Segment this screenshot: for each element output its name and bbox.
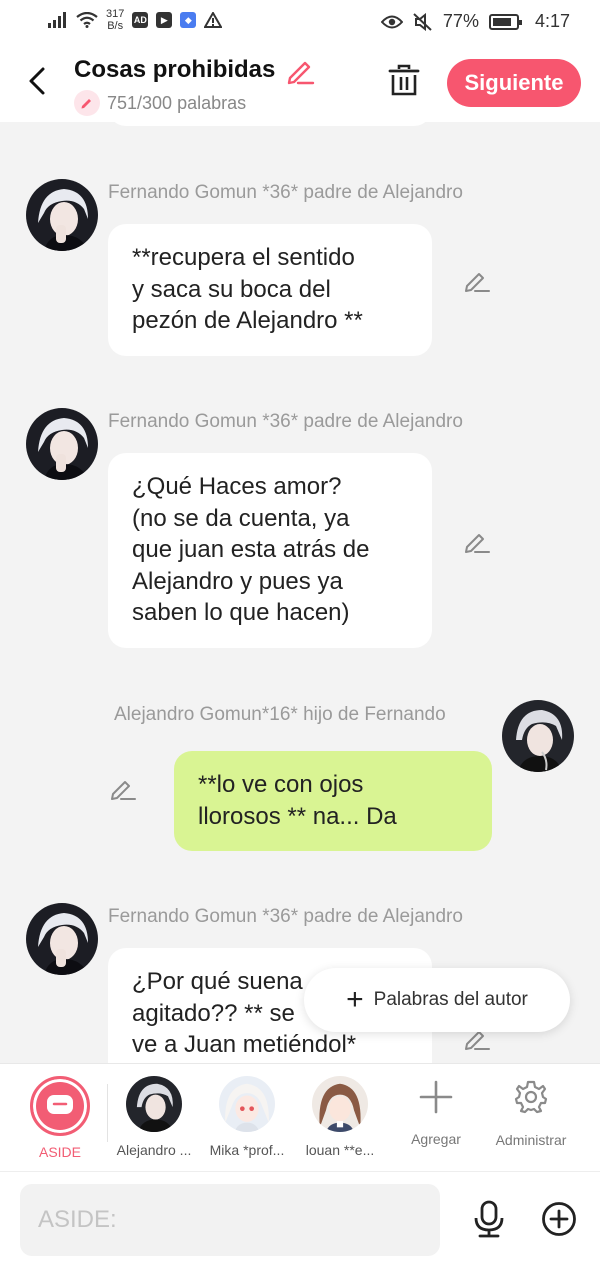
message-line: **recupera el sentido bbox=[132, 244, 355, 271]
message-line: **lo ve con ojos bbox=[198, 771, 364, 798]
message-line: Alejandro y pues ya bbox=[132, 567, 343, 595]
message-line: (no se da cuenta, ya bbox=[132, 504, 350, 532]
manage-button[interactable]: Administrar bbox=[486, 1076, 576, 1148]
avatar-fernando[interactable] bbox=[26, 408, 98, 480]
message-bubble[interactable]: **recupera el sentido y saca su boca del… bbox=[108, 224, 432, 356]
trash-icon[interactable] bbox=[388, 64, 420, 98]
word-count: 751/300 palabras bbox=[74, 90, 246, 116]
word-count-text: 751/300 palabras bbox=[107, 92, 247, 113]
plus-icon: + bbox=[346, 983, 364, 1016]
avatar-mika bbox=[219, 1076, 275, 1132]
edit-pencil-icon[interactable] bbox=[464, 269, 490, 293]
avatar-fernando[interactable] bbox=[26, 903, 98, 975]
next-button[interactable]: Siguiente bbox=[447, 59, 581, 107]
pencil-badge-icon bbox=[74, 90, 100, 116]
status-right: 77% 4:17 bbox=[380, 11, 570, 32]
own-message-bubble[interactable]: **lo ve con ojos llorosos ** na... Da bbox=[174, 751, 492, 851]
net-speed: 317 B/s bbox=[106, 8, 124, 32]
status-left: 317 B/s AD ▶ ◆ bbox=[48, 8, 223, 32]
message-line: llorosos ** na... Da bbox=[198, 802, 397, 830]
message-line: y saca su boca del bbox=[132, 275, 331, 303]
character-aside[interactable]: ASIDE bbox=[15, 1076, 105, 1160]
character-label: Alejandro ... bbox=[116, 1142, 192, 1158]
add-character-button[interactable]: Agregar bbox=[396, 1076, 476, 1147]
add-label: Agregar bbox=[411, 1131, 461, 1147]
add-circle-icon[interactable] bbox=[541, 1201, 577, 1237]
sender-name: Fernando Gomun *36* padre de Alejandro bbox=[108, 906, 463, 927]
separator bbox=[107, 1084, 108, 1142]
status-bar: 317 B/s AD ▶ ◆ 77% 4:17 bbox=[0, 0, 600, 44]
ad-app-icon: AD bbox=[132, 12, 149, 28]
character-label: ASIDE bbox=[38, 1144, 81, 1160]
shield-app-icon: ◆ bbox=[180, 12, 197, 28]
message-line: saben lo que hacen) bbox=[132, 599, 350, 626]
microphone-icon[interactable] bbox=[472, 1200, 506, 1238]
net-speed-value: 317 bbox=[106, 8, 125, 20]
character-bar: ASIDE Alejandro ... Mika *prof... louan … bbox=[0, 1063, 600, 1171]
eye-icon bbox=[380, 15, 403, 28]
back-arrow-icon[interactable] bbox=[24, 64, 50, 98]
avatar-alejandro bbox=[126, 1076, 182, 1132]
play-app-icon: ▶ bbox=[156, 12, 173, 28]
signal-icon bbox=[48, 12, 66, 28]
previous-message-bubble bbox=[108, 122, 432, 126]
app-screen: 317 B/s AD ▶ ◆ 77% 4:17 Cosas prohibidas … bbox=[0, 0, 600, 1267]
header: Cosas prohibidas 751/300 palabras Siguie… bbox=[0, 44, 600, 122]
chat-bubble-icon bbox=[47, 1095, 73, 1114]
message-line: ¿Qué Haces amor? bbox=[132, 473, 342, 500]
message-line: pezón de Alejandro ** bbox=[132, 307, 363, 334]
warning-icon bbox=[204, 12, 223, 28]
edit-pencil-icon[interactable] bbox=[464, 530, 490, 554]
avatar-fernando[interactable] bbox=[26, 179, 98, 251]
wifi-icon bbox=[76, 12, 98, 28]
character-mika[interactable]: Mika *prof... bbox=[202, 1076, 292, 1158]
message-bubble[interactable]: ¿Qué Haces amor? (no se da cuenta, ya qu… bbox=[108, 453, 432, 648]
manage-label: Administrar bbox=[495, 1132, 567, 1148]
message-line: que juan esta atrás de bbox=[132, 536, 370, 563]
avatar-alejandro[interactable] bbox=[502, 700, 574, 772]
gear-icon bbox=[514, 1080, 548, 1114]
edit-title-pencil-icon[interactable] bbox=[285, 56, 315, 86]
aside-avatar bbox=[30, 1076, 90, 1136]
input-bar bbox=[0, 1171, 600, 1267]
clock: 4:17 bbox=[534, 11, 570, 31]
battery-icon bbox=[488, 13, 522, 30]
message-input[interactable] bbox=[20, 1184, 440, 1256]
sender-name: Fernando Gomun *36* padre de Alejandro bbox=[108, 182, 463, 203]
plus-icon bbox=[419, 1080, 453, 1114]
net-speed-unit: B/s bbox=[107, 20, 124, 32]
battery-percent: 77% bbox=[442, 11, 479, 31]
sender-name: Alejandro Gomun*16* hijo de Fernando bbox=[114, 704, 446, 725]
chat-area[interactable]: Fernando Gomun *36* padre de Alejandro *… bbox=[0, 122, 600, 1063]
author-words-button[interactable]: + Palabras del autor bbox=[304, 968, 570, 1032]
message-line: ve a Juan metiéndol* bbox=[132, 1031, 357, 1058]
character-label: louan **e... bbox=[305, 1142, 375, 1158]
character-louan[interactable]: louan **e... bbox=[295, 1076, 385, 1158]
author-words-label: Palabras del autor bbox=[373, 989, 528, 1010]
avatar-louan bbox=[312, 1076, 368, 1132]
character-alejandro[interactable]: Alejandro ... bbox=[109, 1076, 199, 1158]
mute-icon bbox=[413, 12, 432, 31]
sender-name: Fernando Gomun *36* padre de Alejandro bbox=[108, 411, 463, 432]
edit-pencil-icon[interactable] bbox=[110, 777, 136, 801]
character-label: Mika *prof... bbox=[209, 1142, 285, 1158]
story-title[interactable]: Cosas prohibidas bbox=[74, 56, 275, 84]
